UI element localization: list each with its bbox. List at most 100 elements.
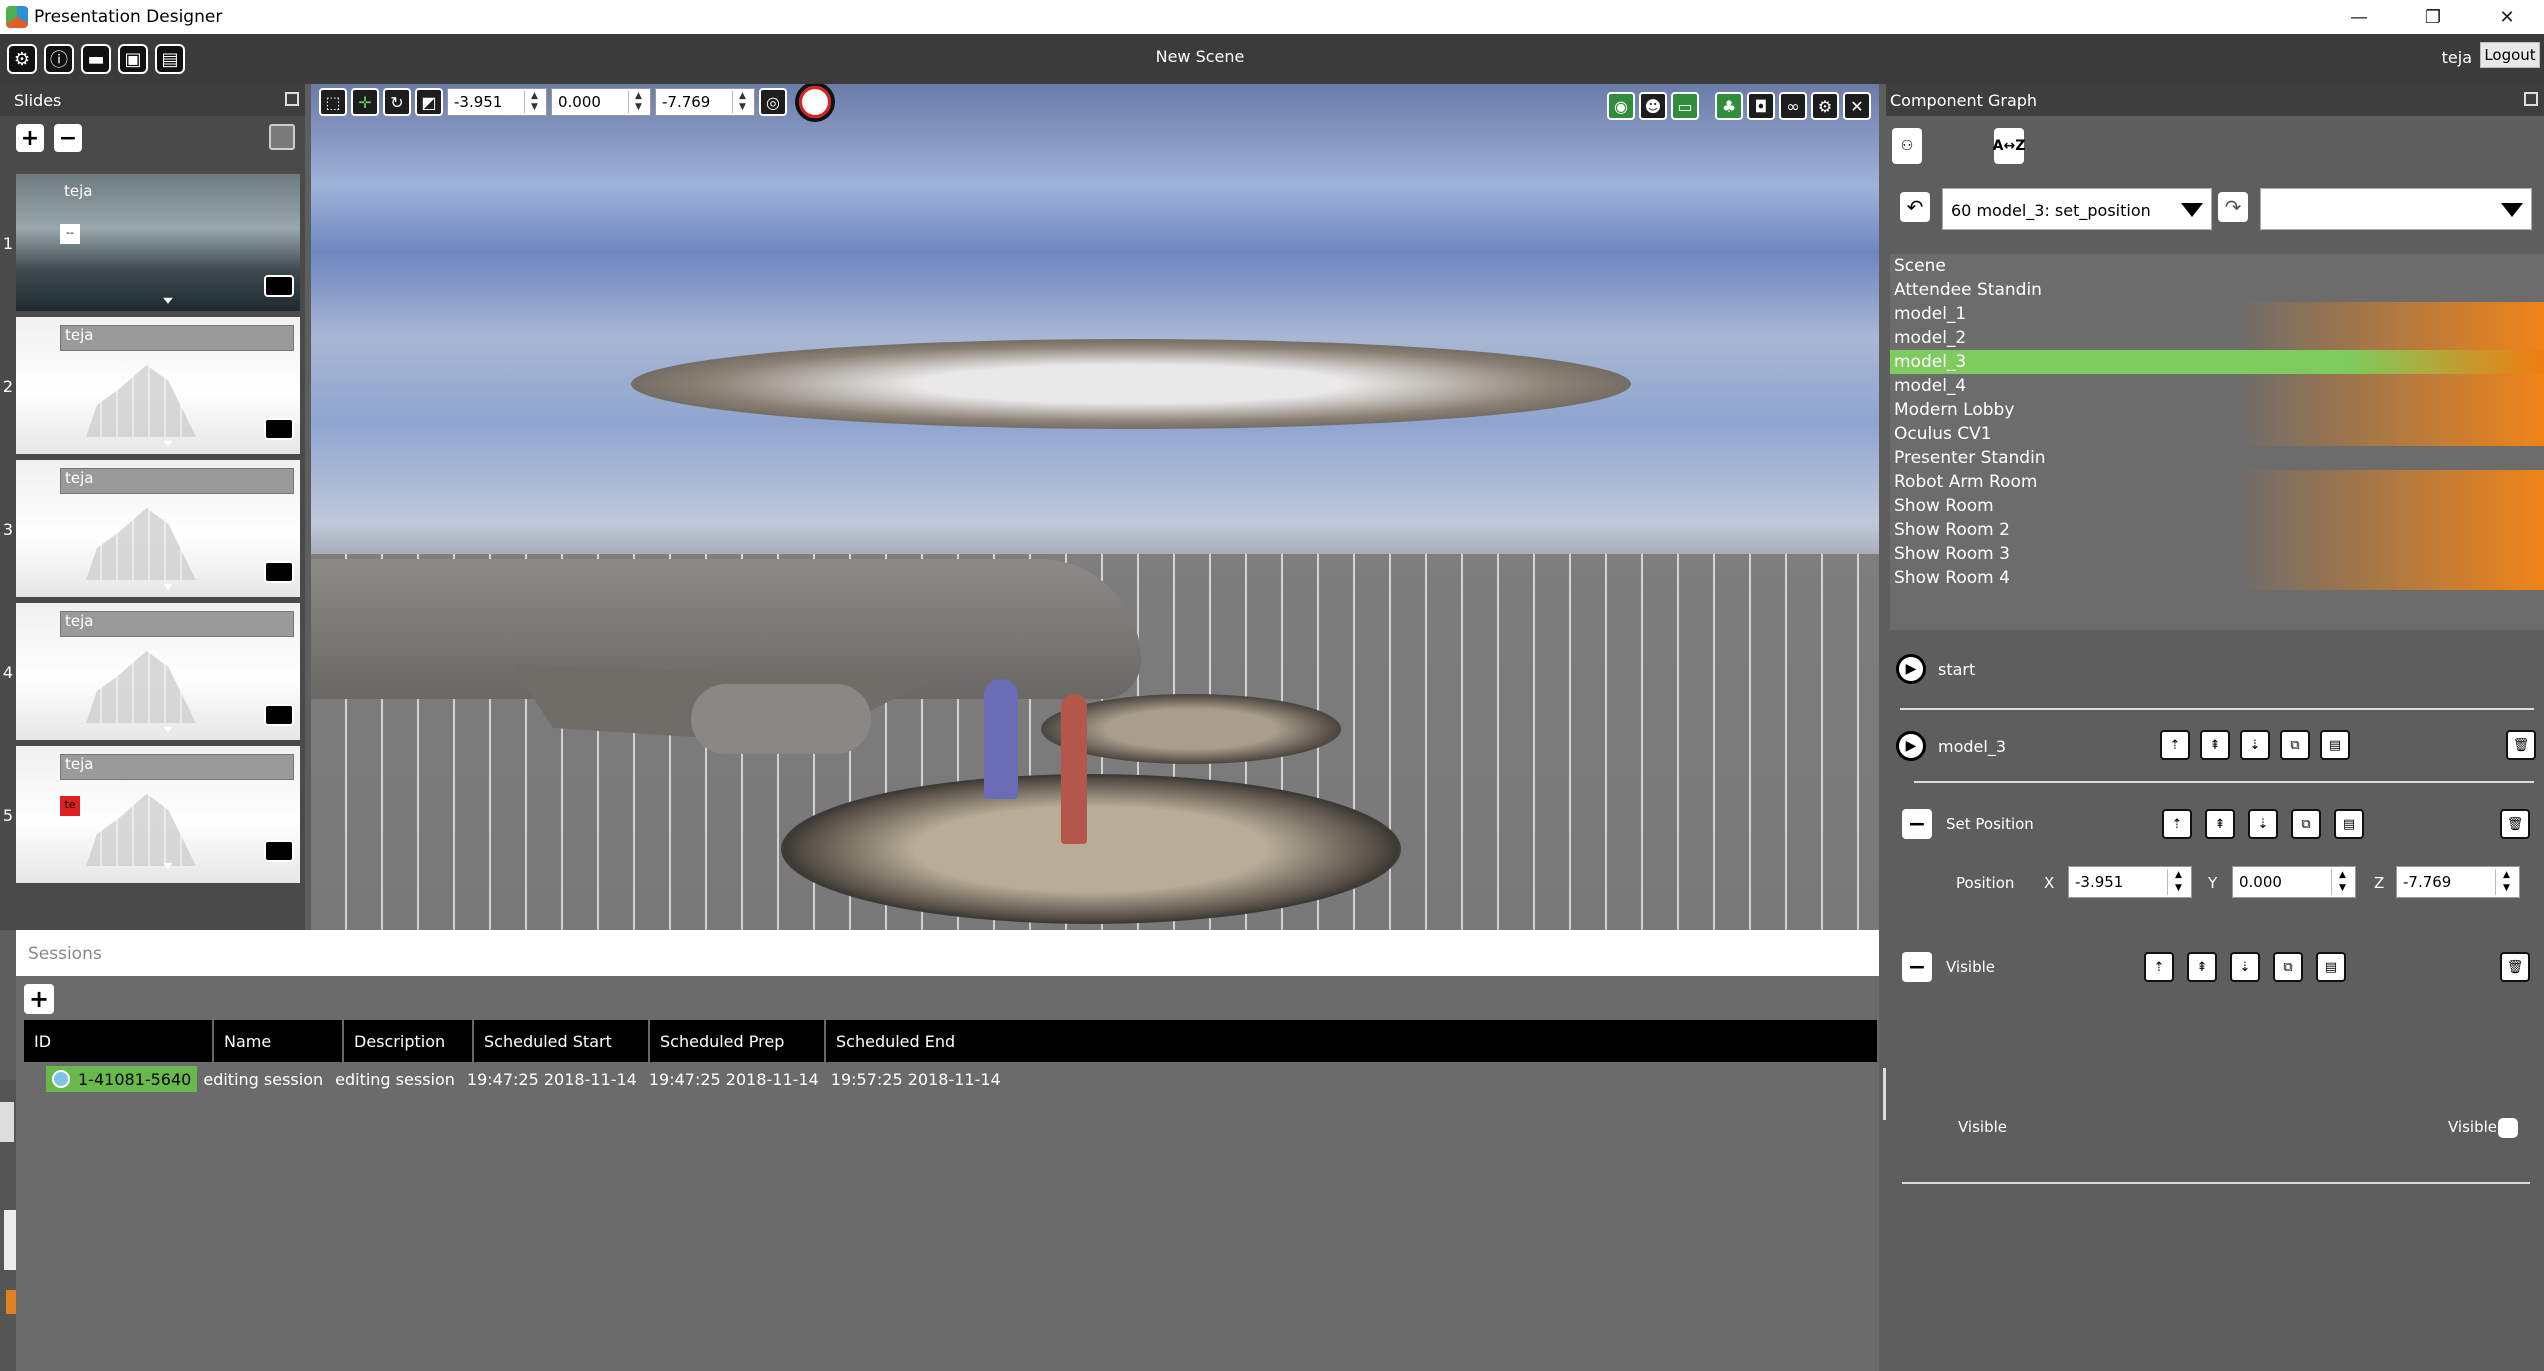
add-session-button[interactable]: + <box>24 984 54 1014</box>
insert-above-icon[interactable]: ⇡ <box>2160 730 2190 760</box>
tree-item[interactable]: Show Room 3 <box>1890 542 2544 566</box>
insert-above-icon[interactable]: ⇡ <box>2162 809 2192 839</box>
insert-above-icon[interactable]: ⇡ <box>2144 952 2174 982</box>
column-header[interactable]: Description <box>344 1020 474 1062</box>
camera-icon[interactable]: ◘ <box>1747 92 1775 120</box>
redo-button[interactable]: ↷ <box>2218 192 2248 222</box>
standin-figure[interactable] <box>984 679 1018 799</box>
slide-item[interactable]: 4 teja <box>3 603 300 740</box>
column-header[interactable]: ID <box>24 1020 214 1062</box>
duplicate-icon[interactable]: ⧉ <box>2291 809 2321 839</box>
position-z-input[interactable]: -7.769 ▲ ▼ <box>2396 866 2520 898</box>
tree-item[interactable]: model_1 <box>1890 302 2544 326</box>
tree-item[interactable]: Robot Arm Room <box>1890 470 2544 494</box>
slide-name[interactable]: teja <box>60 754 294 780</box>
camera-icon[interactable] <box>264 704 294 726</box>
camera-icon[interactable] <box>264 418 294 440</box>
duplicate-icon[interactable]: ⧉ <box>2280 730 2310 760</box>
camera-reset-icon[interactable]: ◎ <box>759 88 787 116</box>
x-input[interactable]: -3.951 ▲ ▼ <box>447 88 547 116</box>
tree-item[interactable]: Oculus CV1 <box>1890 422 2544 446</box>
camera-icon[interactable] <box>264 275 294 297</box>
tree-icon[interactable]: ♣ <box>1715 92 1743 120</box>
duplicate-icon[interactable]: ⧉ <box>2273 952 2303 982</box>
paste-icon[interactable]: ▤ <box>2316 952 2346 982</box>
trash-icon[interactable]: 🗑 <box>2506 730 2536 760</box>
column-header[interactable]: Scheduled Prep <box>650 1020 826 1062</box>
insert-below-icon[interactable]: ⇣ <box>2248 809 2278 839</box>
slide-item[interactable]: 5 teja te <box>3 746 300 883</box>
slide-name[interactable]: teja <box>60 182 294 208</box>
session-id[interactable]: 1-41081-5640 <box>46 1066 198 1092</box>
screenshot-icon[interactable]: ◉ <box>1607 92 1635 120</box>
speed-gauge-icon[interactable] <box>795 84 835 122</box>
visible-checkbox[interactable] <box>2498 1118 2518 1138</box>
rotate-tool-icon[interactable]: ↻ <box>383 88 411 116</box>
position-x-input[interactable]: -3.951 ▲ ▼ <box>2068 866 2192 898</box>
close-icon[interactable]: ✕ <box>1843 92 1871 120</box>
slide-item[interactable]: 2 teja <box>3 317 300 454</box>
move-tool-icon[interactable]: ✛ <box>351 88 379 116</box>
tree-item[interactable]: Presenter Standin <box>1890 446 2544 470</box>
add-slide-button[interactable]: + <box>16 124 44 152</box>
tree-item[interactable]: Show Room 2 <box>1890 518 2544 542</box>
action-select[interactable]: 60 model_3: set_position <box>1942 188 2212 230</box>
column-header[interactable]: Name <box>214 1020 344 1062</box>
paste-icon[interactable]: ▤ <box>2334 809 2364 839</box>
slide-name[interactable]: teja <box>60 325 294 351</box>
y-input[interactable]: 0.000 ▲ ▼ <box>551 88 651 116</box>
vr-headset-icon[interactable]: ▭ <box>1671 92 1699 120</box>
sort-az-icon[interactable]: A↔Z <box>1993 128 2025 164</box>
slide-item[interactable]: 3 teja <box>3 460 300 597</box>
link-icon[interactable]: ∞ <box>1779 92 1807 120</box>
collapse-button[interactable]: − <box>1902 952 1932 982</box>
column-header[interactable]: Scheduled Start <box>474 1020 650 1062</box>
insert-child-icon[interactable]: ⇞ <box>2205 809 2235 839</box>
camera-icon[interactable] <box>264 561 294 583</box>
restore-button[interactable]: ❐ <box>2396 0 2470 34</box>
collapse-button[interactable]: − <box>1902 809 1932 839</box>
dock-icon[interactable] <box>285 92 299 106</box>
undo-button[interactable]: ↶ <box>1900 192 1930 222</box>
logout-button[interactable]: Logout <box>2480 42 2540 68</box>
camera-icon[interactable] <box>264 840 294 862</box>
tree-item[interactable]: Attendee Standin <box>1890 278 2544 302</box>
tree-item[interactable]: model_4 <box>1890 374 2544 398</box>
play-icon[interactable]: ▶ <box>1896 731 1926 761</box>
dock-icon[interactable] <box>2524 92 2538 106</box>
select-tool-icon[interactable]: ⬚ <box>319 88 347 116</box>
remove-slide-button[interactable]: − <box>54 124 82 152</box>
tree-item[interactable]: Show Room 4 <box>1890 566 2544 590</box>
trash-icon[interactable]: 🗑 <box>2500 952 2530 982</box>
scale-tool-icon[interactable]: ◩ <box>415 88 443 116</box>
trash-icon[interactable]: 🗑 <box>2500 809 2530 839</box>
play-icon[interactable]: ▶ <box>1896 654 1926 684</box>
tree-item-selected[interactable]: model_3 <box>1890 350 2544 374</box>
start-label: start <box>1938 659 1976 679</box>
paste-icon[interactable]: ▤ <box>2320 730 2350 760</box>
slide-name[interactable]: teja <box>60 468 294 494</box>
slide-name[interactable]: teja <box>60 611 294 637</box>
insert-child-icon[interactable]: ⇞ <box>2187 952 2217 982</box>
tree-item[interactable]: Modern Lobby <box>1890 398 2544 422</box>
column-header[interactable]: Scheduled End <box>826 1020 1879 1062</box>
hierarchy-icon[interactable]: ⚇ <box>1892 128 1922 164</box>
slide-item[interactable]: 1 teja -- <box>3 174 300 311</box>
insert-below-icon[interactable]: ⇣ <box>2240 730 2270 760</box>
secondary-select[interactable] <box>2260 188 2532 230</box>
tree-item[interactable]: Scene <box>1890 254 2544 278</box>
minimize-button[interactable]: — <box>2322 0 2396 34</box>
close-button[interactable]: ✕ <box>2470 0 2544 34</box>
insert-below-icon[interactable]: ⇣ <box>2230 952 2260 982</box>
gear-icon[interactable]: ⚙ <box>1811 92 1839 120</box>
avatar-icon[interactable]: ☻ <box>1639 92 1667 120</box>
copy-icon[interactable] <box>269 124 295 150</box>
scene-viewport[interactable]: ⬚ ✛ ↻ ◩ -3.951 ▲ ▼ 0.000 ▲ ▼ -7.769 ▲ ▼ ◎ ◉ ☻ … <box>311 84 1879 930</box>
tree-item[interactable]: model_2 <box>1890 326 2544 350</box>
position-y-input[interactable]: 0.000 ▲ ▼ <box>2232 866 2356 898</box>
table-row[interactable]: 1-41081-5640 editing session editing ses… <box>24 1062 1879 1096</box>
model-3-figure[interactable] <box>1061 694 1087 844</box>
insert-child-icon[interactable]: ⇞ <box>2200 730 2230 760</box>
tree-item[interactable]: Show Room <box>1890 494 2544 518</box>
z-input[interactable]: -7.769 ▲ ▼ <box>655 88 755 116</box>
